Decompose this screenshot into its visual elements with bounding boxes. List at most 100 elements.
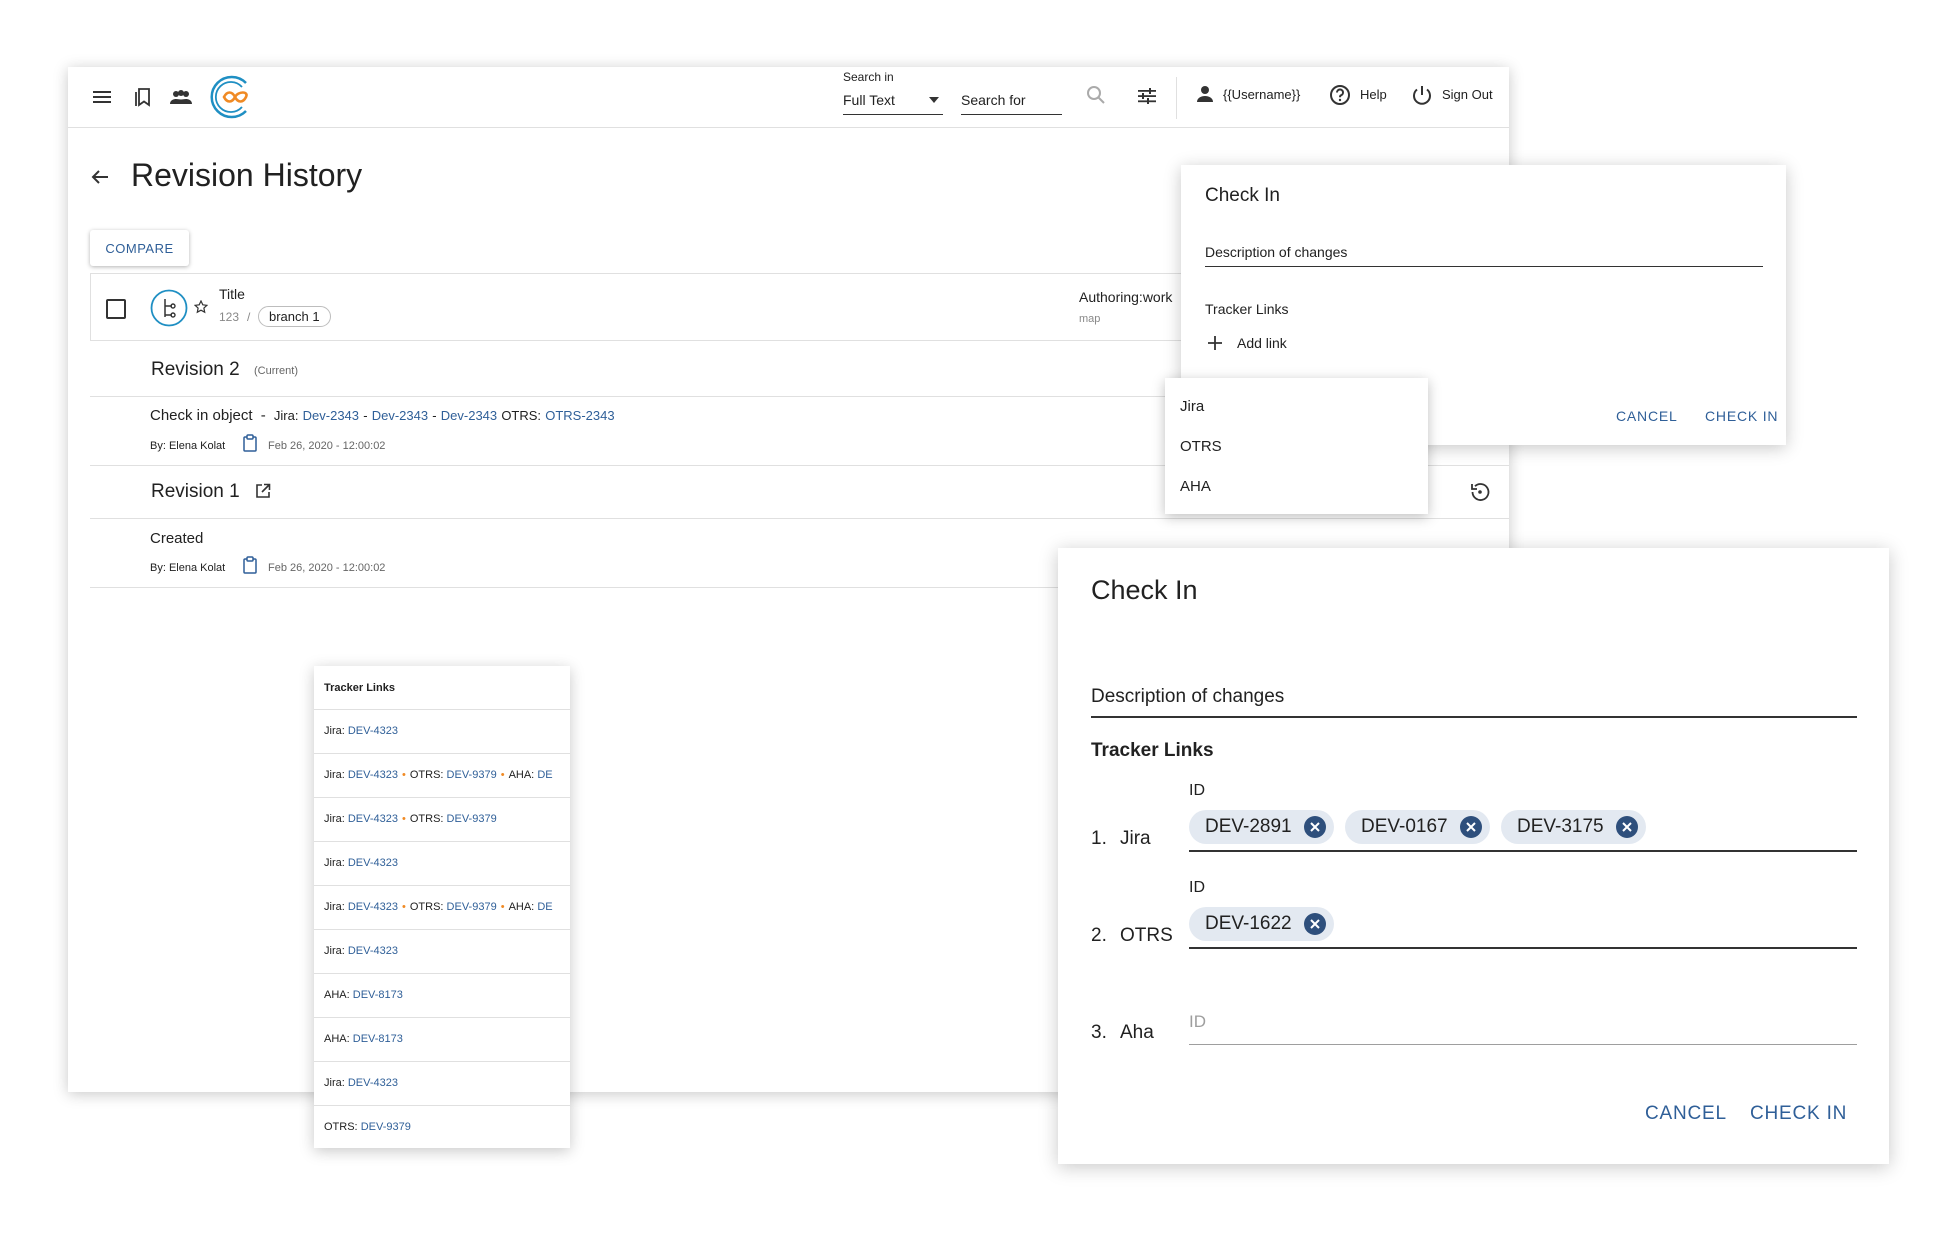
close-icon[interactable] — [1304, 913, 1326, 935]
id-chip: DEV-2891 — [1189, 810, 1334, 844]
cancel-button[interactable]: CANCEL — [1645, 1103, 1727, 1125]
clipboard-icon — [243, 434, 257, 452]
tracker-links-text: AHA: DEV-8173 — [324, 1033, 403, 1045]
menu-icon[interactable] — [92, 88, 112, 106]
object-id: 123 — [219, 310, 240, 324]
id-chip: DEV-0167 — [1345, 810, 1490, 844]
tracker-id-link[interactable]: DEV-4323 — [348, 725, 398, 737]
select-checkbox[interactable] — [106, 299, 126, 319]
tracker-label: OTRS: — [409, 813, 444, 825]
link-separator: - — [363, 408, 368, 423]
tracker-label: Jira: — [324, 813, 345, 825]
compare-button[interactable]: COMPARE — [90, 230, 189, 266]
tracker-id-link[interactable]: DEV-4323 — [348, 769, 398, 781]
search-in-select[interactable]: Full Text — [843, 88, 943, 115]
tracker-2-field-label: ID — [1189, 879, 1205, 896]
jira-link[interactable]: Dev-2343 — [441, 408, 497, 423]
top-app-bar: Search in Full Text Search for {{Usernam… — [68, 67, 1509, 128]
tracker-label: Jira: — [324, 725, 345, 737]
cancel-button[interactable]: CANCEL — [1616, 408, 1678, 424]
people-icon[interactable] — [169, 88, 193, 106]
sign-out-button[interactable]: Sign Out — [1411, 84, 1501, 108]
bookmarks-icon[interactable] — [133, 87, 153, 107]
chip-label: DEV-3175 — [1517, 816, 1604, 837]
menu-item-jira[interactable]: Jira — [1180, 398, 1204, 415]
check-in-button[interactable]: CHECK IN — [1705, 408, 1778, 424]
help-icon — [1329, 84, 1351, 106]
list-item: Jira: DEV-4323 — [314, 841, 570, 885]
tracker-label: OTRS: — [324, 1121, 358, 1133]
tracker-id-link[interactable]: DEV-9379 — [447, 901, 497, 913]
current-tag: (Current) — [254, 365, 299, 377]
tracker-label: Jira: — [324, 945, 345, 957]
aha-id-field[interactable]: ID — [1189, 998, 1857, 1045]
close-icon[interactable] — [1616, 816, 1638, 838]
filter-settings-icon[interactable] — [1137, 87, 1157, 105]
tracker-id-link[interactable]: DEV-8173 — [353, 1033, 403, 1045]
open-in-new-icon[interactable] — [255, 483, 271, 499]
revision-1-date: Feb 26, 2020 - 12:00:02 — [268, 562, 386, 574]
list-item: Jira: DEV-4323 — [314, 929, 570, 973]
tracker-id-link[interactable]: DE — [537, 769, 552, 781]
tracker-2-number: 2. — [1091, 925, 1107, 946]
page-title: Revision History — [131, 157, 363, 193]
tracker-label: OTRS: — [409, 901, 444, 913]
tracker-id-link[interactable]: DEV-9379 — [447, 813, 497, 825]
otrs-id-field[interactable]: DEV-1622 — [1189, 901, 1857, 949]
restore-history-icon[interactable] — [1469, 481, 1491, 503]
search-input[interactable]: Search for — [961, 88, 1062, 115]
description-field[interactable]: Description of changes — [1091, 676, 1857, 718]
menu-item-aha[interactable]: AHA — [1180, 478, 1211, 495]
separator-dot: • — [500, 901, 505, 913]
tracker-id-link[interactable]: DEV-4323 — [348, 813, 398, 825]
separator-dot: • — [402, 813, 406, 825]
close-icon[interactable] — [1304, 816, 1326, 838]
check-in-button[interactable]: CHECK IN — [1750, 1103, 1847, 1125]
tracker-links-text: OTRS: DEV-9379 — [324, 1121, 411, 1133]
tracker-label: AHA: — [508, 769, 535, 781]
add-link-label: Add link — [1237, 335, 1287, 351]
tracker-links-label: Tracker Links — [1091, 740, 1214, 761]
list-item: OTRS: DEV-9379 — [314, 1105, 570, 1148]
star-icon[interactable] — [194, 300, 208, 314]
search-in-value: Full Text — [843, 92, 895, 108]
clipboard-icon — [243, 556, 257, 574]
jira-link[interactable]: Dev-2343 — [303, 408, 359, 423]
tracker-id-link[interactable]: DE — [537, 901, 552, 913]
help-button[interactable]: Help — [1329, 84, 1399, 108]
add-link-button[interactable]: Add link — [1207, 333, 1307, 353]
tracker-id-link[interactable]: DEV-4323 — [348, 901, 398, 913]
revision-2-heading: Revision 2 — [151, 359, 240, 380]
jira-link[interactable]: Dev-2343 — [372, 408, 428, 423]
sign-out-label: Sign Out — [1442, 87, 1493, 102]
tracker-id-link[interactable]: DEV-4323 — [348, 857, 398, 869]
jira-id-field[interactable]: DEV-2891 DEV-0167 DEV-3175 — [1189, 804, 1857, 852]
tracker-label: Jira: — [324, 769, 345, 781]
list-item: Jira: DEV-4323 • OTRS: DEV-9379 • AHA: DE — [314, 753, 570, 797]
help-label: Help — [1360, 87, 1387, 102]
menu-item-otrs[interactable]: OTRS — [1180, 438, 1222, 455]
branch-chip[interactable]: branch 1 — [258, 306, 331, 327]
toolbar-divider — [1176, 77, 1177, 119]
tracker-1-number: 1. — [1091, 828, 1107, 849]
tracker-id-link[interactable]: DEV-4323 — [348, 1077, 398, 1089]
back-arrow-icon[interactable] — [90, 167, 110, 187]
search-icon[interactable] — [1086, 85, 1106, 105]
tracker-label: AHA: — [508, 901, 535, 913]
tracker-id-link[interactable]: DEV-9379 — [361, 1121, 411, 1133]
otrs-link[interactable]: OTRS-2343 — [545, 408, 614, 423]
tracker-links-text: AHA: DEV-8173 — [324, 989, 403, 1001]
list-item: Jira: DEV-4323 • OTRS: DEV-9379 — [314, 797, 570, 841]
tracker-2-name: OTRS — [1120, 925, 1173, 946]
separator-dot: • — [402, 769, 406, 781]
object-title: Title — [219, 286, 245, 302]
close-icon[interactable] — [1460, 816, 1482, 838]
list-item: Jira: DEV-4323 — [314, 1061, 570, 1105]
chip-label: DEV-0167 — [1361, 816, 1448, 837]
tracker-id-link[interactable]: DEV-4323 — [348, 945, 398, 957]
tracker-id-link[interactable]: DEV-8173 — [353, 989, 403, 1001]
tracker-id-link[interactable]: DEV-9379 — [447, 769, 497, 781]
description-field[interactable]: Description of changes — [1205, 236, 1763, 267]
tracker-3-number: 3. — [1091, 1022, 1107, 1043]
add-link-menu: Jira OTRS AHA — [1165, 378, 1428, 514]
